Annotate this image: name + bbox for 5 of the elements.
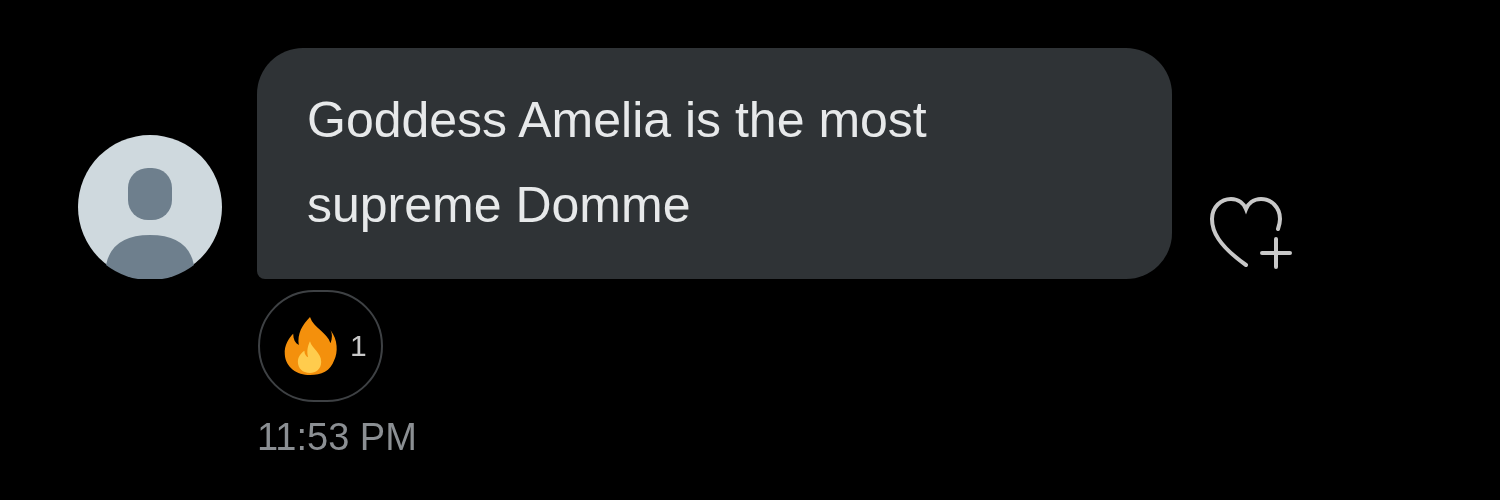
- avatar-icon: [78, 135, 222, 279]
- fire-icon: [282, 315, 338, 377]
- message-bubble: Goddess Amelia is the most supreme Domme: [257, 48, 1172, 279]
- message-time: 11:53 PM: [257, 416, 417, 459]
- reaction-chip[interactable]: 1: [258, 290, 383, 402]
